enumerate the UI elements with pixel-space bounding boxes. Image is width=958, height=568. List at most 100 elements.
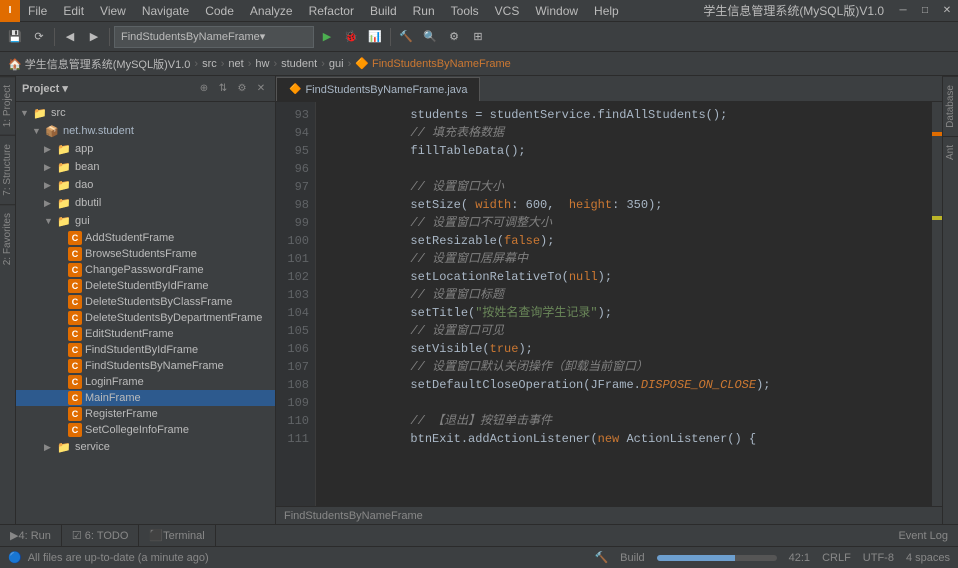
menu-edit[interactable]: Edit [55,2,92,20]
tree-label-FindStudentsByNameFrame: FindStudentsByNameFrame [85,360,224,372]
tree-item-RegisterFrame[interactable]: C RegisterFrame [16,406,275,422]
side-tab-favorites[interactable]: 2: Favorites [0,204,15,273]
menu-build[interactable]: Build [362,2,405,20]
tree-item-dao[interactable]: ▶ 📁 dao [16,176,275,194]
panel-locate-button[interactable]: ⊕ [196,81,212,97]
breadcrumb-src[interactable]: src [202,58,217,70]
tree-item-gui[interactable]: ▼ 📁 gui [16,212,275,230]
tree-item-MainFrame[interactable]: C MainFrame [16,390,275,406]
menu-code[interactable]: Code [197,2,242,20]
menu-window[interactable]: Window [527,2,586,20]
menu-file[interactable]: File [20,2,55,20]
tree-item-dbutil[interactable]: ▶ 📁 dbutil [16,194,275,212]
tree-item-SetCollegeInfoFrame[interactable]: C SetCollegeInfoFrame [16,422,275,438]
tree-item-EditStudentFrame[interactable]: C EditStudentFrame [16,326,275,342]
side-tab-structure[interactable]: 7: Structure [0,135,15,204]
class-icon-LoginFrame: C [68,375,82,389]
code-line-101: // 设置窗口居屏幕中 [324,250,924,268]
bottom-tab-terminal[interactable]: ⬛ Terminal [139,525,215,547]
maximize-button[interactable]: □ [914,0,936,22]
menu-view[interactable]: View [92,2,134,20]
tree-label-package: net.hw.student [63,125,134,137]
code-line-108: setDefaultCloseOperation(JFrame.DISPOSE_… [324,376,924,394]
breadcrumb-student[interactable]: student [281,58,317,70]
menu-analyze[interactable]: Analyze [242,2,301,20]
editor-tab-label: FindStudentsByNameFrame.java [305,84,467,96]
toolbar-save-button[interactable]: 💾 [4,26,26,48]
status-message: All files are up-to-date (a minute ago) [28,552,209,564]
indent-info[interactable]: 4 spaces [906,552,950,564]
tree-item-service[interactable]: ▶ 📁 service [16,438,275,456]
toolbar-back-button[interactable]: ◀ [59,26,81,48]
toolbar-profile-button[interactable]: 📊 [364,26,386,48]
tree-arrow-gui: ▼ [44,216,56,226]
tree-item-package[interactable]: ▼ 📦 net.hw.student [16,122,275,140]
breadcrumb-net[interactable]: net [228,58,243,70]
tree-item-ChangePasswordFrame[interactable]: C ChangePasswordFrame [16,262,275,278]
menu-vcs[interactable]: VCS [487,2,528,20]
toolbar-sync-button[interactable]: ⟳ [28,26,50,48]
bottom-tab-todo[interactable]: ☑ 6: TODO [62,525,140,547]
tree-item-BrowseStudentsFrame[interactable]: C BrowseStudentsFrame [16,246,275,262]
tree-item-app[interactable]: ▶ 📁 app [16,140,275,158]
toolbar-build-button[interactable]: 🔨 [395,26,417,48]
editor-footer-label: FindStudentsByNameFrame [284,510,423,522]
toolbar-terminal-button[interactable]: ⊞ [467,26,489,48]
tree-item-AddStudentFrame[interactable]: C AddStudentFrame [16,230,275,246]
code-line-109 [324,394,924,412]
tree-item-DeleteStudentByIdFrame[interactable]: C DeleteStudentByIdFrame [16,278,275,294]
event-log-button[interactable]: Event Log [888,530,958,542]
bottom-tab-run[interactable]: ▶ 4: Run [0,525,62,547]
panel-settings-button[interactable]: ⚙ [234,81,250,97]
breadcrumb-project[interactable]: 🏠 学生信息管理系统(MySQL版)V1.0 [8,56,190,72]
editor-tabs: 🔶 FindStudentsByNameFrame.java [276,76,942,102]
tree-item-DeleteStudentsByDepartmentFrame[interactable]: C DeleteStudentsByDepartmentFrame [16,310,275,326]
menu-tools[interactable]: Tools [443,2,487,20]
menu-navigate[interactable]: Navigate [134,2,197,20]
code-content[interactable]: students = studentService.findAllStudent… [316,102,932,506]
class-icon-DeleteStudentByIdFrame: C [68,279,82,293]
class-icon-EditStudentFrame: C [68,327,82,341]
toolbar-forward-button[interactable]: ▶ [83,26,105,48]
menu-run[interactable]: Run [405,2,443,20]
side-tab-ant[interactable]: Ant [943,136,958,168]
tree-label-AddStudentFrame: AddStudentFrame [85,232,174,244]
cursor-position[interactable]: 42:1 [789,552,810,564]
class-icon-FindStudentByIdFrame: C [68,343,82,357]
encoding[interactable]: UTF-8 [863,552,894,564]
toolbar-run-button[interactable]: ▶ [316,26,338,48]
side-tab-database[interactable]: Database [943,76,958,136]
side-tab-project[interactable]: 1: Project [0,76,15,135]
menu-refactor[interactable]: Refactor [301,2,362,20]
toolbar-settings-button[interactable]: ⚙ [443,26,465,48]
tree-item-FindStudentByIdFrame[interactable]: C FindStudentByIdFrame [16,342,275,358]
run-config-dropdown[interactable]: FindStudentsByNameFrame ▾ [114,26,314,48]
panel-close-button[interactable]: ✕ [253,81,269,97]
close-button[interactable]: ✕ [936,0,958,22]
dropdown-arrow: ▾ [260,30,307,43]
panel-expand-button[interactable]: ⇅ [215,81,231,97]
breadcrumb-gui[interactable]: gui [329,58,344,70]
toolbar-search-button[interactable]: 🔍 [419,26,441,48]
code-line-99: // 设置窗口不可调整大小 [324,214,924,232]
tree-label-dao: dao [75,179,93,191]
tree-item-LoginFrame[interactable]: C LoginFrame [16,374,275,390]
file-tree: ▼ 📁 src ▼ 📦 net.hw.student ▶ 📁 app [16,102,275,524]
tree-item-src[interactable]: ▼ 📁 src [16,104,275,122]
tree-item-DeleteStudentsByClassFrame[interactable]: C DeleteStudentsByClassFrame [16,294,275,310]
tree-label-EditStudentFrame: EditStudentFrame [85,328,174,340]
code-line-95: fillTableData(); [324,142,924,160]
menu-help[interactable]: Help [586,2,627,20]
breadcrumb: 🏠 学生信息管理系统(MySQL版)V1.0 › src › net › hw … [0,52,958,76]
toolbar-debug-button[interactable]: 🐞 [340,26,362,48]
minimize-button[interactable]: ─ [892,0,914,22]
code-line-98: setSize( width: 600, height: 350); [324,196,924,214]
tree-item-bean[interactable]: ▶ 📁 bean [16,158,275,176]
editor-tab-FindStudentsByNameFrame[interactable]: 🔶 FindStudentsByNameFrame.java [276,77,480,101]
code-line-106: setVisible(true); [324,340,924,358]
folder-icon-dbutil: 📁 [56,195,72,211]
tree-item-FindStudentsByNameFrame[interactable]: C FindStudentsByNameFrame [16,358,275,374]
tree-label-ChangePasswordFrame: ChangePasswordFrame [85,264,204,276]
line-ending[interactable]: CRLF [822,552,851,564]
breadcrumb-hw[interactable]: hw [255,58,269,70]
